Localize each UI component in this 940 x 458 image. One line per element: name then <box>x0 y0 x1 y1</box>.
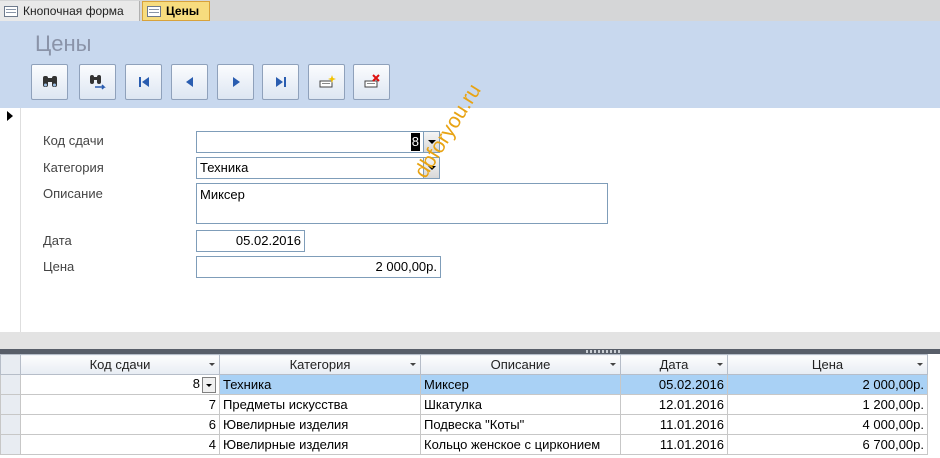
datasheet-table: Код сдачи Категория Описание Дата Цена 8… <box>0 354 928 455</box>
record-selector[interactable] <box>0 108 21 332</box>
category-combo[interactable]: Техника <box>196 157 440 179</box>
column-header-code[interactable]: Код сдачи <box>20 354 220 375</box>
description-field[interactable]: Миксер <box>196 183 608 224</box>
last-record-icon <box>275 77 286 87</box>
binoculars-icon <box>42 76 57 87</box>
column-header-date[interactable]: Дата <box>620 354 728 375</box>
form-icon <box>4 5 18 17</box>
tab-prices[interactable]: Цены <box>142 1 210 21</box>
cell-price[interactable]: 4 000,00р. <box>727 414 928 435</box>
datasheet: Код сдачи Категория Описание Дата Цена 8… <box>0 354 940 458</box>
row-selector[interactable] <box>0 434 21 455</box>
cell-category[interactable]: Ювелирные изделия <box>219 414 421 435</box>
first-record-icon <box>138 77 149 87</box>
description-label: Описание <box>43 186 103 201</box>
row-selector[interactable] <box>0 374 21 395</box>
select-all-corner[interactable] <box>0 354 21 375</box>
chevron-down-icon[interactable] <box>202 376 216 393</box>
column-header-price[interactable]: Цена <box>727 354 928 375</box>
previous-record-button[interactable] <box>171 64 208 100</box>
table-row[interactable]: 7 Предметы искусства Шкатулка 12.01.2016… <box>0 394 928 415</box>
cell-description[interactable]: Шкатулка <box>420 394 621 415</box>
form-title: Цены <box>35 31 92 56</box>
tab-label: Цены <box>166 4 200 18</box>
tab-label: Кнопочная форма <box>23 4 124 18</box>
binoculars-next-icon <box>89 75 106 90</box>
column-menu-icon[interactable] <box>917 363 923 366</box>
table-row[interactable]: 6 Ювелирные изделия Подвеска "Коты" 11.0… <box>0 414 928 435</box>
cell-description[interactable]: Кольцо женское с цирконием <box>420 434 621 455</box>
column-menu-icon[interactable] <box>410 363 416 366</box>
next-record-icon <box>232 77 240 87</box>
cell-date[interactable]: 12.01.2016 <box>620 394 728 415</box>
price-label: Цена <box>43 259 75 274</box>
document-tab-bar: Кнопочная форма Цены <box>0 0 940 22</box>
row-selector[interactable] <box>0 414 21 435</box>
tab-switchboard-form[interactable]: Кнопочная форма <box>0 1 140 21</box>
date-field[interactable]: 05.02.2016 <box>196 230 305 252</box>
cell-category[interactable]: Ювелирные изделия <box>219 434 421 455</box>
find-button[interactable] <box>31 64 68 100</box>
category-label: Категория <box>43 160 104 175</box>
cell-date[interactable]: 11.01.2016 <box>620 414 728 435</box>
last-record-button[interactable] <box>262 64 299 100</box>
cell-description[interactable]: Миксер <box>420 374 621 395</box>
cell-description[interactable]: Подвеска "Коты" <box>420 414 621 435</box>
new-record-icon <box>319 75 336 88</box>
cell-price[interactable]: 1 200,00р. <box>727 394 928 415</box>
cell-category[interactable]: Предметы искусства <box>219 394 421 415</box>
find-next-button[interactable] <box>79 64 116 100</box>
column-header-category[interactable]: Категория <box>219 354 421 375</box>
cell-code[interactable]: 8 <box>20 374 220 395</box>
cell-date[interactable]: 11.01.2016 <box>620 434 728 455</box>
row-selector[interactable] <box>0 394 21 415</box>
current-record-arrow-icon <box>7 111 13 121</box>
next-record-button[interactable] <box>217 64 254 100</box>
cell-code[interactable]: 6 <box>20 414 220 435</box>
category-value: Техника <box>200 160 249 175</box>
cell-price[interactable]: 6 700,00р. <box>727 434 928 455</box>
price-field[interactable]: 2 000,00р. <box>196 256 441 278</box>
price-value: 2 000,00р. <box>375 259 437 274</box>
previous-record-icon <box>185 77 193 87</box>
form-icon <box>147 5 161 17</box>
cell-category[interactable]: Техника <box>219 374 421 395</box>
cell-code[interactable]: 4 <box>20 434 220 455</box>
date-value: 05.02.2016 <box>235 233 301 248</box>
code-label: Код сдачи <box>43 133 104 148</box>
code-combo[interactable]: 8 <box>196 131 440 153</box>
first-record-button[interactable] <box>125 64 162 100</box>
date-label: Дата <box>43 233 72 248</box>
cell-date[interactable]: 05.02.2016 <box>620 374 728 395</box>
column-menu-icon[interactable] <box>209 363 215 366</box>
delete-record-button[interactable] <box>353 64 390 100</box>
cell-price[interactable]: 2 000,00р. <box>727 374 928 395</box>
new-record-button[interactable] <box>308 64 345 100</box>
description-value: Миксер <box>200 187 245 202</box>
table-row[interactable]: 4 Ювелирные изделия Кольцо женское с цир… <box>0 434 928 455</box>
sort-descending-icon[interactable] <box>717 363 723 366</box>
splitter-grip-icon[interactable] <box>586 350 622 353</box>
table-row[interactable]: 8 Техника Миксер 05.02.2016 2 000,00р. <box>0 374 928 395</box>
cell-code[interactable]: 7 <box>20 394 220 415</box>
code-value: 8 <box>410 133 420 151</box>
datasheet-header-row: Код сдачи Категория Описание Дата Цена <box>0 354 928 375</box>
column-header-description[interactable]: Описание <box>420 354 621 375</box>
column-menu-icon[interactable] <box>610 363 616 366</box>
delete-record-icon <box>364 74 380 88</box>
